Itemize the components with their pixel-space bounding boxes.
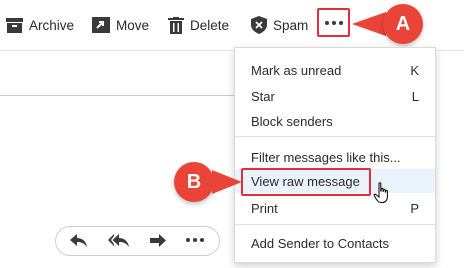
menu-item-label: Block senders <box>251 113 333 129</box>
menu-item-view-raw-message[interactable]: View raw message <box>235 169 435 193</box>
move-icon <box>92 17 110 33</box>
move-button[interactable]: Move <box>92 14 149 36</box>
menu-item-shortcut: P <box>410 200 419 216</box>
menu-item-label: View raw message <box>251 173 360 189</box>
menu-item-label: Filter messages like this... <box>251 149 401 165</box>
menu-separator <box>235 224 435 225</box>
spam-label: Spam <box>273 17 309 33</box>
callout-b: B <box>174 162 214 202</box>
archive-button[interactable]: Archive <box>6 14 74 36</box>
reply-all-icon[interactable] <box>108 234 130 253</box>
reply-icon[interactable] <box>70 234 88 253</box>
menu-item-star[interactable]: Star L <box>235 84 435 108</box>
archive-label: Archive <box>29 17 75 33</box>
menu-item-filter-messages[interactable]: Filter messages like this... <box>235 145 435 169</box>
archive-icon <box>6 17 23 33</box>
callout-b-pointer <box>212 170 242 194</box>
more-actions-menu: Mark as unread K Star L Block senders Fi… <box>234 47 436 263</box>
menu-item-label: Mark as unread <box>251 62 342 78</box>
callout-a: A <box>383 4 423 44</box>
delete-label: Delete <box>190 17 230 33</box>
menu-item-mark-as-unread[interactable]: Mark as unread K <box>235 58 435 82</box>
more-icon <box>324 20 343 25</box>
delete-button[interactable]: Delete <box>168 14 229 36</box>
thread-divider <box>0 95 240 96</box>
menu-item-label: Print <box>251 200 278 216</box>
menu-item-block-senders[interactable]: Block senders <box>235 109 435 133</box>
more-actions-button[interactable] <box>317 8 350 37</box>
menu-item-shortcut: L <box>411 88 419 104</box>
trash-icon <box>168 16 184 34</box>
menu-separator <box>235 136 435 137</box>
menu-item-shortcut: K <box>410 62 419 78</box>
more-icon[interactable] <box>186 238 204 242</box>
menu-item-label: Star <box>251 88 275 104</box>
menu-item-label: Add Sender to Contacts <box>251 235 390 251</box>
callout-a-pointer <box>352 12 386 36</box>
move-label: Move <box>116 17 150 33</box>
forward-icon[interactable] <box>149 234 167 253</box>
shield-icon <box>251 16 267 34</box>
reply-actions-bar <box>55 226 220 256</box>
spam-button[interactable]: Spam <box>251 14 308 36</box>
menu-item-print[interactable]: Print P <box>235 196 435 220</box>
menu-item-add-sender-to-contacts[interactable]: Add Sender to Contacts <box>235 231 435 255</box>
